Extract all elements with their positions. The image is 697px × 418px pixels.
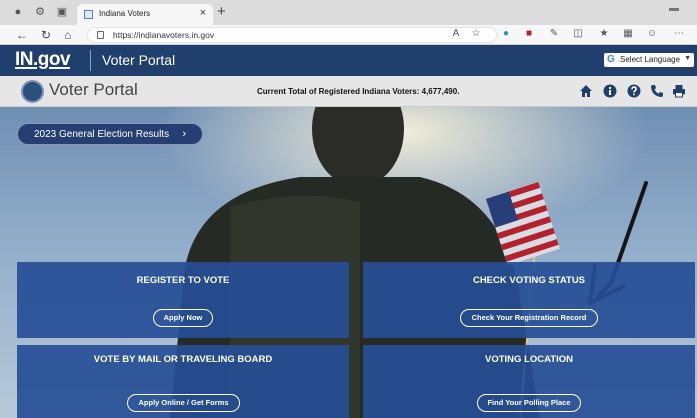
new-tab-icon[interactable]: + [217,3,226,20]
check-registration-button[interactable]: Check Your Registration Record [460,309,598,327]
check-voting-status-tile: CHECK VOTING STATUS Check Your Registrat… [363,262,695,338]
chevron-down-icon: ▼ [684,55,691,62]
header-divider [90,50,91,71]
refresh-icon[interactable]: ↻ [41,28,51,42]
extension-icon[interactable]: ● [500,28,512,40]
profile-icon[interactable]: ● [12,6,24,18]
find-polling-place-button[interactable]: Find Your Polling Place [477,394,581,412]
election-results-label: 2023 General Election Results [34,129,170,140]
lock-icon [97,31,104,39]
favorites-icon[interactable]: ★ [598,28,610,40]
tile-title: VOTING LOCATION [485,354,573,365]
registered-voters-count: Current Total of Registered Indiana Vote… [257,87,460,96]
register-to-vote-tile: REGISTER TO VOTE Apply Now [17,262,349,338]
tab-favicon-icon [84,10,93,19]
info-icon[interactable] [603,84,617,98]
home-browser-icon[interactable]: ⌂ [64,28,71,42]
google-icon: G [607,54,615,65]
language-select[interactable]: G Select Language ▼ [604,53,694,67]
profile-sync-icon[interactable]: ☺ [646,28,658,40]
ingov-header: IN.gov Voter Portal G Select Language ▼ [0,45,697,76]
home-icon[interactable] [579,84,593,98]
more-menu-icon[interactable]: ⋯ [673,28,685,40]
extensions-icon[interactable]: ✎ [548,28,560,40]
ingov-logo[interactable]: IN.gov [15,49,71,71]
close-tab-icon[interactable]: × [200,7,206,19]
portal-subheader: Voter Portal Current Total of Registered… [0,76,697,107]
tile-title: REGISTER TO VOTE [136,275,230,286]
favorite-star-icon[interactable]: ☆ [470,28,482,40]
browser-tab[interactable]: Indiana Voters × [77,4,213,25]
settings-icon[interactable]: ⚙ [34,6,46,18]
subheader-title: Voter Portal [49,80,138,99]
hero-banner: 2023 General Election Results › REGISTER… [0,107,697,418]
vote-by-mail-tile: VOTE BY MAIL OR TRAVELING BOARD Apply On… [17,345,349,418]
browser-tab-strip: ● ⚙ ▣ Indiana Voters × + ▬ [0,0,697,25]
voting-location-tile: VOTING LOCATION Find Your Polling Place [363,345,695,418]
state-seal-icon [21,80,44,103]
read-aloud-icon[interactable]: A [450,28,462,40]
url-text: https://indianavoters.in.gov [113,30,215,40]
language-label: Select Language [620,55,681,64]
back-icon[interactable]: ← [16,28,28,42]
address-bar-row: ← ↻ ⌂ https://indianavoters.in.gov A ☆ ●… [0,25,697,45]
split-screen-icon[interactable]: ◫ [572,28,584,40]
portal-title: Voter Portal [102,52,176,68]
tile-title: VOTE BY MAIL OR TRAVELING BOARD [93,354,273,365]
url-field[interactable]: https://indianavoters.in.gov [87,27,497,43]
print-icon[interactable] [672,84,686,98]
minimize-icon[interactable]: ▬ [669,3,679,14]
tab-title: Indiana Voters [99,9,151,18]
apply-now-button[interactable]: Apply Now [153,309,213,327]
apply-online-button[interactable]: Apply Online / Get Forms [127,394,240,412]
collections-icon[interactable]: ▦ [622,28,634,40]
help-icon[interactable] [627,84,641,98]
extension-red-icon[interactable]: ■ [523,28,535,40]
tile-title: CHECK VOTING STATUS [472,275,586,286]
election-results-button[interactable]: 2023 General Election Results › [17,123,203,145]
tab-actions-icon[interactable]: ▣ [56,6,68,18]
phone-icon[interactable] [650,84,664,98]
chevron-right-icon: › [182,128,186,140]
